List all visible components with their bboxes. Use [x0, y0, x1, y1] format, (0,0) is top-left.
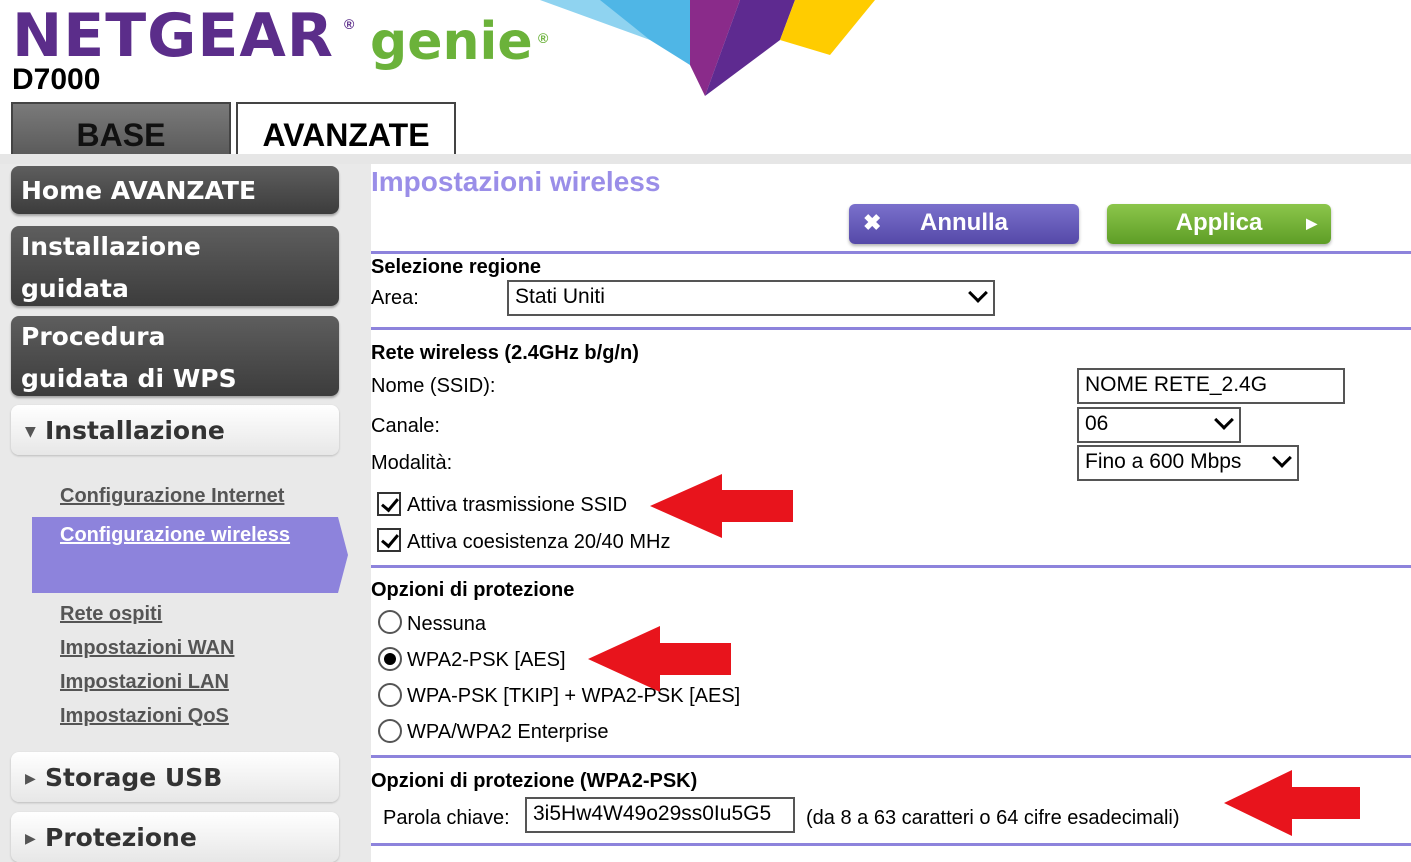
passphrase-hint: (da 8 a 63 caratteri o 64 cifre esadecim…: [806, 807, 1180, 829]
section-divider: [371, 755, 1411, 758]
region-heading: Selezione regione: [371, 256, 542, 278]
annotation-arrow-icon: [650, 474, 793, 538]
security-radio-none[interactable]: [378, 610, 402, 634]
cancel-button[interactable]: ✖ Annulla: [849, 204, 1079, 244]
model-name: D7000: [12, 63, 101, 96]
sidebar-group-security[interactable]: ▶ Protezione: [11, 812, 339, 862]
sidebar-link-qos-setup[interactable]: Impostazioni QoS: [60, 705, 229, 728]
sidebar-link-guest-network[interactable]: Rete ospiti: [60, 603, 162, 626]
netgear-logo-shapes: [540, 0, 875, 96]
security-radio-wpa-wpa2-mixed[interactable]: [378, 683, 402, 707]
brand-registered-mark: ®: [344, 16, 355, 32]
coexistence-checkbox[interactable]: [377, 528, 401, 552]
security-option-none: Nessuna: [407, 613, 486, 635]
sidebar-link-lan-setup[interactable]: Impostazioni LAN: [60, 671, 229, 694]
ssid-label: Nome (SSID):: [371, 375, 496, 397]
sidebar-item-home-advanced[interactable]: Home AVANZATE: [11, 166, 339, 214]
chevron-down-icon: [1272, 448, 1292, 468]
section-divider: [371, 251, 1411, 254]
psk-options-heading: Opzioni di protezione (WPA2-PSK): [371, 770, 698, 792]
wireless-network-heading: Rete wireless (2.4GHz b/g/n): [371, 342, 639, 364]
sidebar-item-wps-wizard[interactable]: Procedura guidata di WPS: [11, 316, 339, 396]
page-title: Impostazioni wireless: [371, 166, 661, 197]
sidebar-group-setup[interactable]: ▼ Installazione: [11, 405, 339, 455]
security-option-wpa2-psk-aes: WPA2-PSK [AES]: [407, 649, 566, 671]
coexistence-label: Attiva coesistenza 20/40 MHz: [407, 531, 671, 553]
apply-button[interactable]: Applica ▶: [1107, 204, 1331, 244]
sidebar-item-setup-wizard[interactable]: Installazione guidata: [11, 226, 339, 306]
triangle-right-icon: ▶: [25, 771, 36, 787]
passphrase-input[interactable]: 3i5Hw4W49o29ss0Iu5G5: [525, 797, 795, 833]
chevron-down-icon: [1214, 410, 1234, 430]
security-options-heading: Opzioni di protezione: [371, 579, 575, 601]
annotation-arrow-icon: [588, 626, 731, 692]
area-label: Area:: [371, 287, 419, 309]
sidebar-group-usb-storage[interactable]: ▶ Storage USB: [11, 752, 339, 802]
security-option-enterprise: WPA/WPA2 Enterprise: [407, 721, 609, 743]
sidebar-link-wireless-setup[interactable]: Configurazione wireless: [60, 524, 290, 547]
ssid-broadcast-checkbox[interactable]: [377, 492, 401, 516]
chevron-down-icon: [968, 283, 988, 303]
top-divider: [0, 154, 1411, 164]
triangle-down-icon: ▼: [25, 424, 36, 440]
channel-label: Canale:: [371, 415, 440, 437]
mode-label: Modalità:: [371, 452, 453, 474]
play-arrow-icon: ▶: [1306, 215, 1317, 231]
ssid-input[interactable]: NOME RETE_2.4G: [1077, 368, 1345, 404]
triangle-right-icon: ▶: [25, 831, 36, 847]
tab-advanced[interactable]: AVANZATE: [236, 102, 456, 156]
mode-select[interactable]: Fino a 600 Mbps: [1077, 445, 1299, 481]
section-divider: [371, 843, 1411, 846]
sidebar-link-wan-setup[interactable]: Impostazioni WAN: [60, 637, 234, 660]
genie-registered-mark: ®: [538, 30, 549, 46]
passphrase-label: Parola chiave:: [383, 807, 510, 829]
genie-logo-text: genie: [370, 12, 533, 72]
security-radio-enterprise[interactable]: [378, 719, 402, 743]
ssid-broadcast-label: Attiva trasmissione SSID: [407, 494, 628, 516]
area-select[interactable]: Stati Uniti: [507, 280, 995, 316]
section-divider: [371, 327, 1411, 330]
sidebar-link-internet-setup[interactable]: Configurazione Internet: [60, 485, 284, 508]
annotation-arrow-icon: [1224, 770, 1360, 836]
tab-base[interactable]: BASE: [11, 102, 231, 156]
close-icon: ✖: [863, 210, 882, 235]
section-divider: [371, 565, 1411, 568]
security-radio-wpa2-psk-aes[interactable]: [378, 647, 402, 671]
channel-select[interactable]: 06: [1077, 407, 1241, 443]
